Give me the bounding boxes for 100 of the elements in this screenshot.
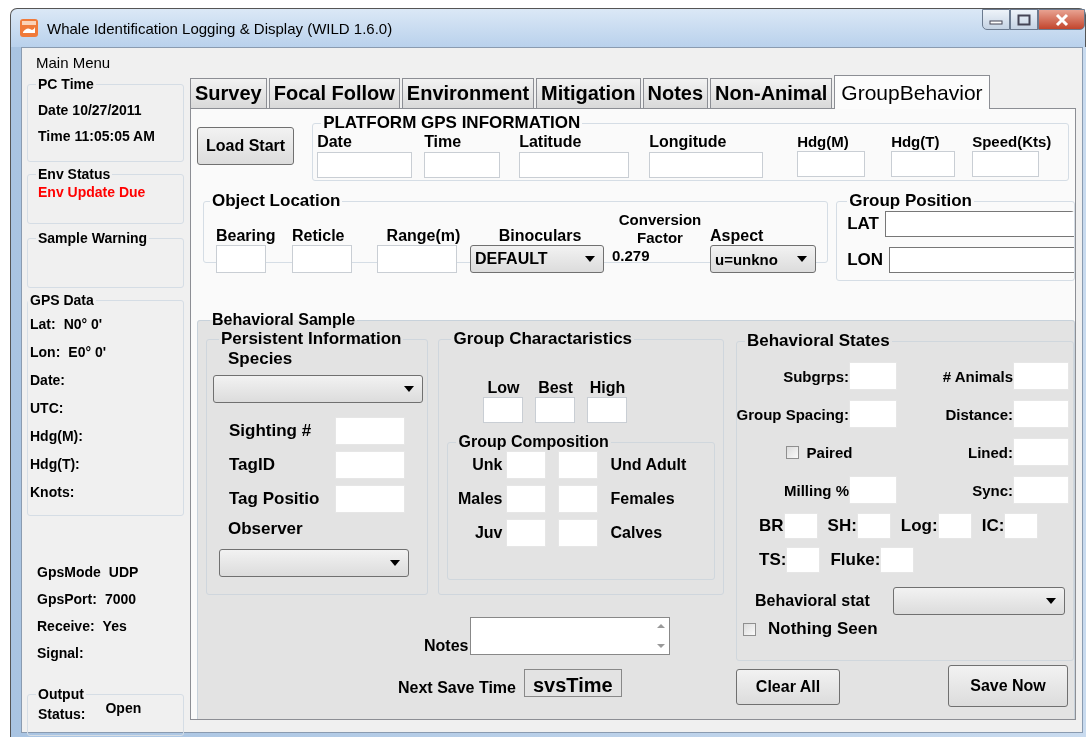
text-field[interactable] <box>889 247 1074 273</box>
checkbox-label: Paired <box>806 443 853 461</box>
maximize-button[interactable] <box>1010 9 1038 30</box>
field-label: UTC: <box>30 399 64 416</box>
close-button[interactable] <box>1038 9 1085 30</box>
status-message: Env Update Due <box>38 184 147 200</box>
field-label: Signal: <box>37 644 84 661</box>
caret-icon <box>797 256 807 262</box>
tab[interactable]: GroupBehavior <box>834 75 990 109</box>
field-label: Notes <box>424 637 469 655</box>
field-label: Lon: <box>30 343 61 360</box>
group-title: PC Time <box>37 76 95 92</box>
minimize-button[interactable] <box>982 9 1010 30</box>
group-title: Group Charactaristics <box>452 329 634 349</box>
field-label: GpsMode <box>37 563 101 580</box>
field-label: Log: <box>900 516 938 536</box>
action-button[interactable]: Clear All <box>736 669 840 705</box>
window-title: Whale Identification Logging & Display (WILD 1.6.0) <box>47 19 393 37</box>
dropdown[interactable]: DEFAULT <box>470 245 604 273</box>
field-label: Calves <box>610 524 663 542</box>
field-label: Binoculars <box>498 227 582 245</box>
tab[interactable]: Focal Follow <box>268 78 400 108</box>
tab[interactable]: Non-Animal <box>710 78 833 108</box>
field-value: 0.279 <box>611 247 650 266</box>
field-label: Unk <box>471 456 503 474</box>
field-value: N0° 0' <box>63 315 103 332</box>
field-label: LAT <box>847 214 879 234</box>
field-value: 11:05:05 AM <box>74 128 155 144</box>
dropdown[interactable] <box>213 375 423 403</box>
field-label: Receive: <box>37 617 95 634</box>
field-value: 10/27/2011 <box>72 102 142 118</box>
field-label: Date <box>317 133 353 151</box>
group-title: Behavioral Sample <box>211 311 357 329</box>
group-title: GPS Data <box>29 292 95 308</box>
field-label: Time <box>38 128 71 144</box>
dropdown[interactable] <box>219 549 409 577</box>
field-value: Yes <box>102 617 127 634</box>
field-label: Low <box>487 379 520 397</box>
group-title: Behavioral States <box>746 331 891 351</box>
field-label: Time <box>424 133 463 151</box>
field-label: GpsPort: <box>37 590 97 607</box>
dropdown[interactable] <box>893 587 1065 615</box>
menu-item[interactable]: Main Menu <box>34 51 113 73</box>
group-title: Group Position <box>848 192 973 211</box>
field-label: Knots: <box>30 483 75 500</box>
field-label: Lat: <box>30 315 56 332</box>
field-label: Observer <box>228 519 304 539</box>
tab[interactable]: Mitigation <box>536 78 641 108</box>
group-title: Object Location <box>211 191 342 211</box>
checkbox-label: Nothing Seen <box>768 619 878 639</box>
field-label: High <box>589 379 626 397</box>
caret-icon <box>585 256 595 262</box>
group-title: Sample Warning <box>37 230 149 246</box>
field-label: Females <box>610 490 675 508</box>
field-label: Speed(Kts) <box>972 133 1052 150</box>
group-title: Persistent Information <box>220 329 403 349</box>
field-label: Bearing <box>216 227 277 245</box>
checkbox[interactable] <box>785 445 799 459</box>
field-label: Sighting # <box>229 421 313 441</box>
field-label: IC: <box>981 516 1005 536</box>
caret-icon <box>1046 598 1056 604</box>
tab[interactable]: Survey <box>190 78 267 108</box>
field-label: Longitude <box>649 133 728 151</box>
dropdown[interactable]: u=unkno <box>710 245 816 273</box>
checkbox[interactable] <box>743 622 756 636</box>
field-value: UDP <box>108 563 139 580</box>
load-start-button[interactable]: Load Start <box>197 127 295 165</box>
field-label: # Animals <box>942 367 1013 385</box>
caret-icon <box>404 386 414 392</box>
field-label: Date: <box>30 371 65 388</box>
maximize-icon <box>1017 13 1031 26</box>
field-label: Best <box>538 379 573 397</box>
field-label: Juv <box>473 524 503 542</box>
field-label: Milling % <box>784 481 849 499</box>
field-label: Males <box>457 490 503 508</box>
field-label: Sync: <box>972 481 1013 499</box>
tab[interactable]: Notes <box>642 78 709 108</box>
field-label: Latitude <box>519 133 583 151</box>
field-value: svsTime <box>524 669 622 697</box>
field-label: SH: <box>827 516 857 536</box>
field-label: Fluke: <box>830 550 881 570</box>
field-label: Conversion Factor <box>617 211 703 247</box>
field-label: Behavioral stat <box>755 592 871 610</box>
notes-field[interactable] <box>470 617 671 655</box>
group-title: Group Composition <box>457 433 610 451</box>
action-button[interactable]: Save Now <box>948 665 1068 707</box>
field-label: Hdg(T): <box>30 455 80 472</box>
field-label: Distance: <box>945 405 1013 423</box>
caret-icon <box>390 560 400 566</box>
group-title: Env Status <box>37 166 112 182</box>
field-value: 7000 <box>104 590 137 607</box>
text-field[interactable] <box>885 211 1074 237</box>
field-label: Subgrps: <box>783 367 849 385</box>
field-label: LON <box>847 250 884 270</box>
field-value: Open <box>105 700 142 718</box>
field-label: Date <box>38 102 69 118</box>
field-label: Reticle <box>292 227 346 245</box>
tab[interactable]: Environment <box>401 78 535 108</box>
field-label: TagID <box>229 455 276 475</box>
field-label: Hdg(T) <box>891 133 941 150</box>
